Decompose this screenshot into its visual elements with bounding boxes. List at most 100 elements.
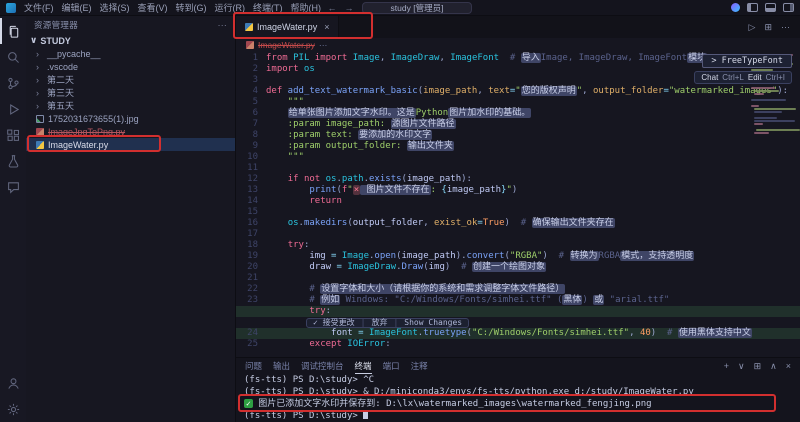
code-text: font = ImageFont.truetype("C:/Windows/Fo… — [266, 328, 752, 339]
divider: | — [361, 318, 366, 328]
testing-icon[interactable] — [0, 148, 26, 174]
bottom-panel: 问题输出调试控制台终端端口注释 + ∨ ⊞ ∧ × (fs-tts) PS D:\stud… — [236, 357, 800, 422]
panel-tab-bar: 问题输出调试控制台终端端口注释 + ∨ ⊞ ∧ × — [236, 358, 800, 374]
code-token: = — [353, 328, 369, 338]
inline-chat-hint[interactable]: Chat Ctrl+L Edit Ctrl+I — [694, 71, 792, 84]
menu-item-7[interactable]: 帮助(H) — [287, 1, 326, 14]
code-editor[interactable]: 1from PIL import Image, ImageDraw, Image… — [236, 51, 800, 357]
ai-extension-icon[interactable] — [731, 3, 740, 12]
tree-item-imagewater-py[interactable]: ImageWater.py — [26, 138, 235, 151]
new-terminal-icon[interactable]: + — [724, 361, 729, 372]
toggle-secondary-sidebar-icon[interactable] — [783, 3, 794, 12]
code-text: """ — [266, 152, 304, 163]
code-token: True — [483, 218, 505, 228]
terminal-dropdown-icon[interactable]: ∨ — [738, 361, 745, 372]
terminal-text: ^C — [363, 375, 374, 385]
tree-item--[interactable]: ›第五天 — [26, 99, 235, 112]
code-token: " — [347, 185, 352, 195]
run-button-icon[interactable]: ▷ — [749, 22, 756, 33]
run-debug-icon[interactable] — [0, 96, 26, 122]
tree-root-study[interactable]: ∨ STUDY — [26, 34, 235, 47]
account-icon[interactable] — [0, 370, 26, 396]
toggle-sidebar-icon[interactable] — [747, 3, 758, 12]
code-line-ghost: try: — [236, 306, 800, 317]
tree-item--[interactable]: ›第三天 — [26, 86, 235, 99]
panel-tab-调试控制台[interactable]: 调试控制台 — [301, 358, 344, 374]
forward-icon[interactable]: → — [345, 3, 354, 13]
terminal-line-1: (fs-tts) PS D:\study> ^C — [244, 375, 800, 387]
show-changes-button[interactable]: Show Changes — [404, 318, 462, 328]
close-panel-icon[interactable]: × — [786, 361, 791, 372]
panel-tab-端口[interactable]: 端口 — [383, 358, 400, 374]
terminal-text: & D:/miniconda3/envs/fs-tts/python.exe d… — [363, 387, 694, 397]
tab-imagewater-py[interactable]: ImageWater.py × — [236, 16, 339, 38]
breadcrumb[interactable]: ImageWater.py ··· — [236, 38, 800, 51]
window-title[interactable]: study [管理员] — [362, 2, 473, 14]
code-token: Draw — [402, 262, 424, 272]
extensions-icon[interactable] — [0, 122, 26, 148]
source-control-icon[interactable] — [0, 70, 26, 96]
menu-item-4[interactable]: 转到(G) — [172, 1, 211, 14]
toggle-panel-icon[interactable] — [765, 3, 776, 12]
code-token: return — [309, 196, 342, 206]
tree-item--pycache-[interactable]: ›__pycache__ — [26, 47, 235, 60]
breadcrumb-more[interactable]: ··· — [319, 40, 328, 50]
menu-item-1[interactable]: 编辑(E) — [58, 1, 96, 14]
chat-icon[interactable] — [0, 174, 26, 200]
line-number: 4 — [236, 86, 266, 97]
code-token: ImageDraw — [385, 53, 439, 63]
menu-item-0[interactable]: 文件(F) — [20, 1, 58, 14]
accept-changes-button[interactable]: ✓ 接受更改 — [313, 318, 355, 328]
line-number: 12 — [236, 174, 266, 185]
code-line-17: 17 — [236, 229, 800, 240]
line-number: 20 — [236, 262, 266, 273]
code-token: IOError — [342, 339, 385, 349]
code-text: from PIL import Image, ImageDraw, ImageF… — [266, 53, 707, 64]
code-text: try: — [266, 306, 331, 317]
code-token: image_path — [407, 174, 461, 184]
code-line-8: 8 :param text: 要添加的水印文字 — [236, 130, 800, 141]
tree-item--vscode[interactable]: ›.vscode — [26, 60, 235, 73]
code-token: : — [385, 339, 390, 349]
code-token: truetype — [423, 328, 466, 338]
menu-item-5[interactable]: 运行(R) — [211, 1, 250, 14]
breadcrumb-file[interactable]: ImageWater.py — [258, 40, 315, 50]
maximize-panel-icon[interactable]: ∧ — [770, 361, 777, 372]
line-number: 16 — [236, 218, 266, 229]
panel-tab-输出[interactable]: 输出 — [273, 358, 290, 374]
discard-changes-button[interactable]: 放弃 — [371, 318, 387, 328]
explorer-icon[interactable] — [0, 18, 26, 44]
panel-tab-终端[interactable]: 终端 — [355, 358, 372, 374]
vscode-logo-icon — [6, 3, 16, 13]
close-tab-icon[interactable]: × — [324, 22, 329, 32]
code-token: not — [299, 174, 321, 184]
code-line-9: 9 :param output_folder: 输出文件夹 — [236, 141, 800, 152]
tree-item--[interactable]: ›第二天 — [26, 73, 235, 86]
panel-tab-注释[interactable]: 注释 — [411, 358, 428, 374]
line-number: 10 — [236, 152, 266, 163]
outline-widget[interactable]: > FreeTypeFont — [702, 54, 792, 68]
code-line-24: 24 font = ImageFont.truetype("C:/Windows… — [236, 328, 800, 339]
code-text: # 设置字体和大小（请根据你的系统和需求调整字体文件路径） — [266, 284, 565, 295]
code-text: except IOError: — [266, 339, 391, 350]
code-token: 要添加的水印文字 — [358, 130, 432, 140]
code-token: os — [288, 218, 299, 228]
back-icon[interactable]: ← — [328, 3, 337, 13]
code-token: ): — [461, 174, 472, 184]
tree-item-imagejpgtopng-py[interactable]: ImageJpgToPng.py — [26, 125, 235, 138]
menu-item-2[interactable]: 选择(S) — [96, 1, 134, 14]
menu-item-6[interactable]: 终端(T) — [249, 1, 287, 14]
sidebar-more-actions-icon[interactable]: ··· — [218, 20, 227, 30]
split-editor-icon[interactable]: ⊞ — [764, 22, 772, 33]
split-terminal-icon[interactable]: ⊞ — [754, 361, 762, 372]
titlebar-actions — [731, 3, 794, 12]
menu-item-3[interactable]: 查看(V) — [134, 1, 172, 14]
panel-tab-问题[interactable]: 问题 — [245, 358, 262, 374]
terminal-output[interactable]: (fs-tts) PS D:\study> ^C(fs-tts) PS D:\s… — [236, 374, 800, 422]
more-actions-icon[interactable]: ··· — [781, 22, 790, 32]
code-text: if not os.path.exists(image_path): — [266, 174, 472, 185]
tree-item-1752031673655-1-jpg[interactable]: 1752031673655(1).jpg — [26, 112, 235, 125]
search-icon[interactable] — [0, 44, 26, 70]
code-line-4: 4def add_text_watermark_basic(image_path… — [236, 86, 800, 97]
settings-icon[interactable] — [0, 396, 26, 422]
